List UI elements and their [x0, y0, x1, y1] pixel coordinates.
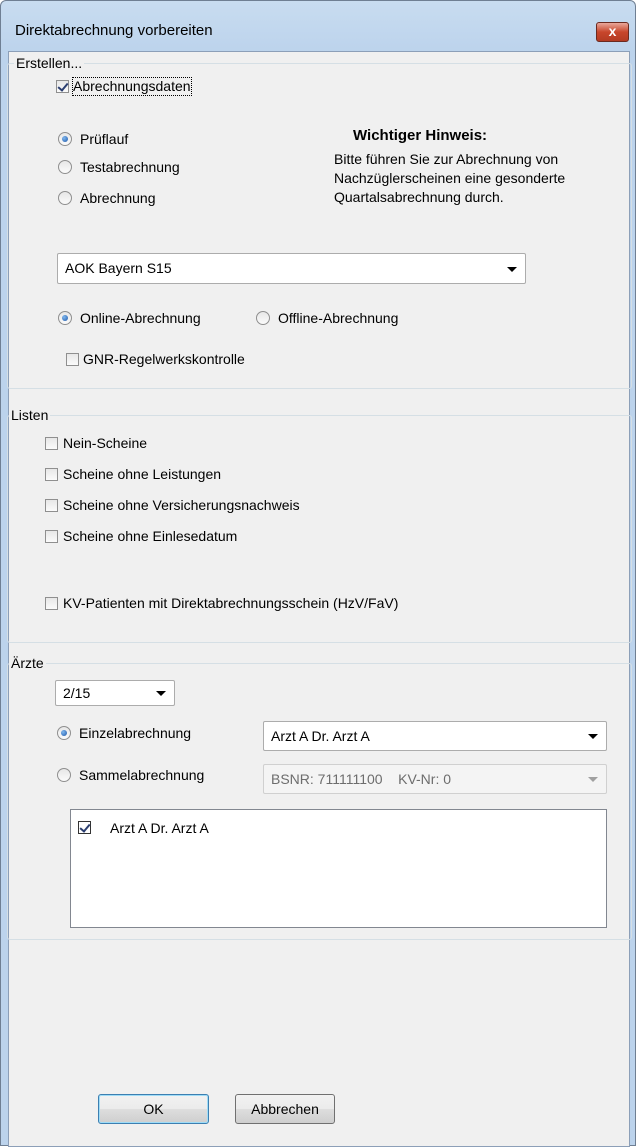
erstellen-group: Erstellen... Abrechnungsdaten Prüflauf T… [7, 55, 632, 389]
arzt-select-value: Arzt A Dr. Arzt A [271, 728, 370, 744]
arzt-select[interactable]: Arzt A Dr. Arzt A [263, 721, 607, 751]
erstellen-legend: Erstellen... [14, 55, 85, 71]
kasse-select[interactable]: AOK Bayern S15 [57, 253, 526, 284]
doctor-label: Arzt A Dr. Arzt A [110, 820, 209, 836]
doctor-listbox[interactable]: Arzt A Dr. Arzt A [70, 809, 607, 928]
kv-patienten-checkbox[interactable] [45, 597, 58, 610]
radio-abrechnung[interactable] [58, 191, 72, 205]
abrechnungsdaten-label[interactable]: Abrechnungsdaten [72, 77, 192, 96]
chevron-down-icon [588, 734, 598, 739]
ohne-versicherungsnachweis-label[interactable]: Scheine ohne Versicherungsnachweis [63, 497, 300, 514]
aerzte-group: Ärzte 2/15 Einzelabrechnung Arzt A Dr. A… [7, 655, 632, 940]
listen-legend: Listen [9, 407, 51, 423]
close-icon: x [608, 23, 617, 39]
bsnr-select[interactable]: BSNR: 711111100 KV-Nr: 0 [263, 764, 607, 794]
ohne-leistungen-label[interactable]: Scheine ohne Leistungen [63, 466, 221, 483]
aerzte-legend: Ärzte [9, 655, 46, 671]
radio-offline-abrechnung[interactable] [256, 311, 270, 325]
chevron-down-icon [507, 266, 517, 272]
bsnr-select-value: BSNR: 711111100 KV-Nr: 0 [271, 771, 452, 787]
radio-online-abrechnung[interactable] [58, 311, 72, 325]
gnr-checkbox[interactable] [66, 353, 79, 366]
hint-line-3: Quartalsabrechnung durch. [334, 189, 504, 205]
cancel-button[interactable]: Abbrechen [235, 1094, 335, 1124]
hint-title: Wichtiger Hinweis: [353, 127, 488, 144]
radio-abrechnung-label[interactable]: Abrechnung [80, 190, 156, 207]
abrechnungsdaten-checkbox[interactable] [56, 80, 69, 93]
radio-prueflauf[interactable] [58, 132, 72, 146]
kv-patienten-label[interactable]: KV-Patienten mit Direktabrechnungsschein… [63, 595, 398, 612]
radio-einzelabrechnung-label[interactable]: Einzelabrechnung [79, 725, 191, 742]
list-item[interactable]: Arzt A Dr. Arzt A [75, 818, 595, 838]
gnr-label[interactable]: GNR-Regelwerkskontrolle [83, 351, 245, 368]
ohne-einlesedatum-label[interactable]: Scheine ohne Einlesedatum [63, 528, 237, 545]
radio-sammelabrechnung-label[interactable]: Sammelabrechnung [79, 767, 204, 784]
chevron-down-icon [588, 777, 598, 782]
dialog-window: Direktabrechnung vorbereiten x Erstellen… [0, 0, 636, 1147]
hint-line-1: Bitte führen Sie zur Abrechnung von [334, 151, 559, 167]
radio-einzelabrechnung[interactable] [57, 726, 71, 740]
nein-scheine-checkbox[interactable] [45, 437, 58, 450]
nein-scheine-label[interactable]: Nein-Scheine [63, 435, 147, 452]
quarter-select-value: 2/15 [63, 685, 91, 701]
dialog-client-area: Erstellen... Abrechnungsdaten Prüflauf T… [7, 51, 632, 1147]
ok-button[interactable]: OK [98, 1094, 209, 1124]
ohne-einlesedatum-checkbox[interactable] [45, 530, 58, 543]
radio-sammelabrechnung[interactable] [57, 768, 71, 782]
ohne-versicherungsnachweis-checkbox[interactable] [45, 499, 58, 512]
doctor-checkbox[interactable] [78, 821, 91, 834]
listen-group: Listen Nein-Scheine Scheine ohne Leistun… [7, 407, 632, 643]
radio-online-abrechnung-label[interactable]: Online-Abrechnung [80, 310, 201, 327]
radio-testabrechnung[interactable] [58, 160, 72, 174]
window-title: Direktabrechnung vorbereiten [15, 22, 213, 39]
hint-line-2: Nachzüglerscheinen eine gesonderte [334, 170, 566, 186]
radio-testabrechnung-label[interactable]: Testabrechnung [80, 159, 180, 176]
chevron-down-icon [156, 691, 166, 696]
radio-offline-abrechnung-label[interactable]: Offline-Abrechnung [278, 310, 398, 327]
title-bar[interactable]: Direktabrechnung vorbereiten x [1, 1, 635, 51]
quarter-select[interactable]: 2/15 [55, 680, 175, 706]
close-button[interactable]: x [596, 22, 629, 42]
kasse-select-value: AOK Bayern S15 [65, 260, 172, 276]
ohne-leistungen-checkbox[interactable] [45, 468, 58, 481]
radio-prueflauf-label[interactable]: Prüflauf [80, 131, 128, 148]
